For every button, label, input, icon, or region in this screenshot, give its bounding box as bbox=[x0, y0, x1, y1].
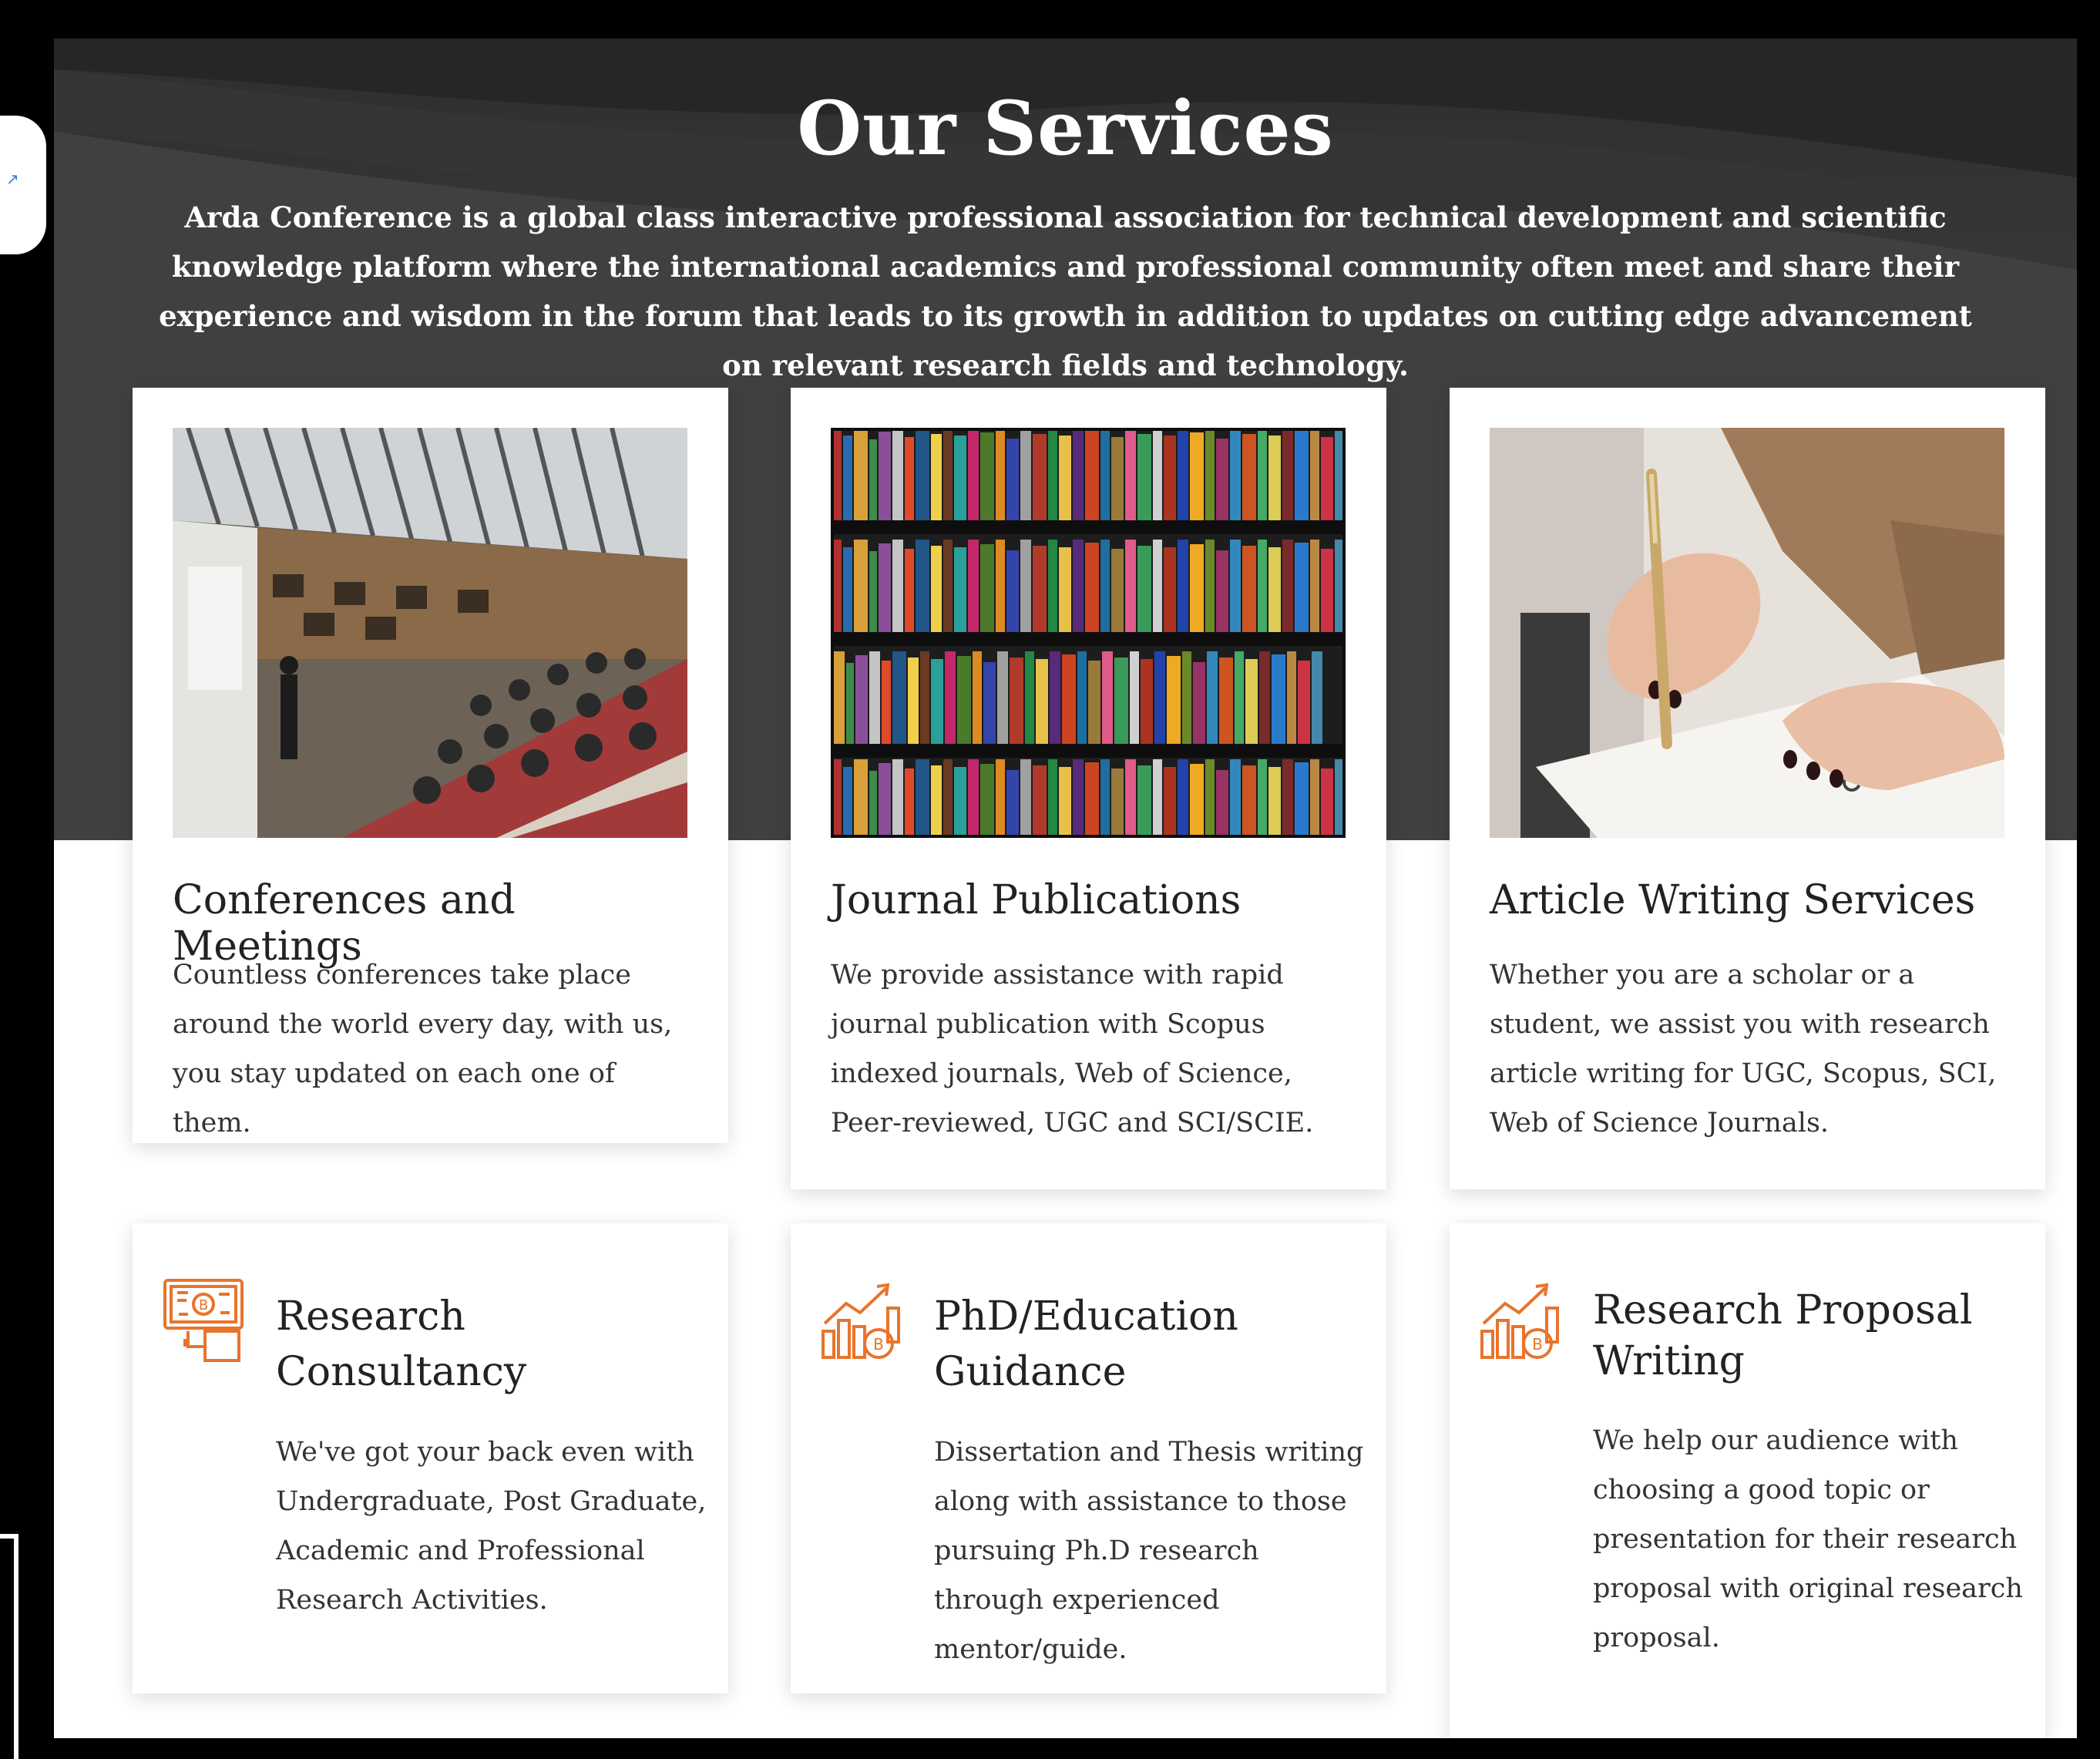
growth-chart-icon: B bbox=[1479, 1277, 1565, 1364]
background-window-edge: ↗ bbox=[0, 116, 46, 254]
service-description: We provide assistance with rapid journal… bbox=[831, 960, 1314, 1138]
service-card-research-consultancy[interactable]: B Research Consultancy We've got your ba… bbox=[133, 1223, 728, 1693]
service-description: We help our audience with choosing a goo… bbox=[1593, 1425, 2023, 1653]
service-title: Research Proposal Writing bbox=[1593, 1287, 1973, 1384]
svg-text:B: B bbox=[199, 1297, 208, 1313]
chart-icon: ↗ bbox=[6, 170, 19, 188]
svg-text:B: B bbox=[873, 1335, 884, 1354]
intro-text: Arda Conference is a global class intera… bbox=[159, 200, 1972, 382]
service-title: Article Writing Services bbox=[1490, 877, 1976, 923]
growth-chart-icon: B bbox=[820, 1277, 906, 1364]
service-card-research-proposal[interactable]: B Research Proposal Writing We help our … bbox=[1450, 1223, 2045, 1738]
lecture-hall-photo bbox=[173, 428, 687, 838]
svg-text:B: B bbox=[1532, 1335, 1543, 1354]
writing-hand-photo bbox=[1490, 428, 2004, 838]
service-title: PhD/Education Guidance bbox=[934, 1293, 1238, 1395]
service-title: Journal Publications bbox=[831, 877, 1242, 923]
page-title: Our Services bbox=[797, 85, 1334, 172]
service-description: Countless conferences take place around … bbox=[173, 960, 673, 1138]
service-title: Research Consultancy bbox=[276, 1293, 527, 1395]
service-card-article-writing[interactable]: Article Writing Services Whether you are… bbox=[1450, 388, 2045, 1189]
service-description: Dissertation and Thesis writing along wi… bbox=[934, 1437, 1364, 1665]
service-description: We've got your back even with Undergradu… bbox=[276, 1437, 707, 1616]
bookshelf-photo bbox=[831, 428, 1346, 838]
service-card-journals[interactable]: Journal Publications We provide assistan… bbox=[791, 388, 1386, 1189]
background-window-outline bbox=[0, 1534, 18, 1759]
service-description: Whether you are a scholar or a student, … bbox=[1490, 960, 1997, 1138]
service-card-phd-guidance[interactable]: B PhD/Education Guidance Dissertation an… bbox=[791, 1223, 1386, 1693]
services-page: Our Services Arda Conference is a global… bbox=[54, 39, 2077, 1738]
screenshot-frame: ↗ Our Services Arda Conference is a glob… bbox=[0, 0, 2100, 1759]
circuit-board-icon: B bbox=[162, 1277, 248, 1364]
service-card-conferences[interactable]: Conferences and Meetings Countless confe… bbox=[133, 388, 728, 1143]
